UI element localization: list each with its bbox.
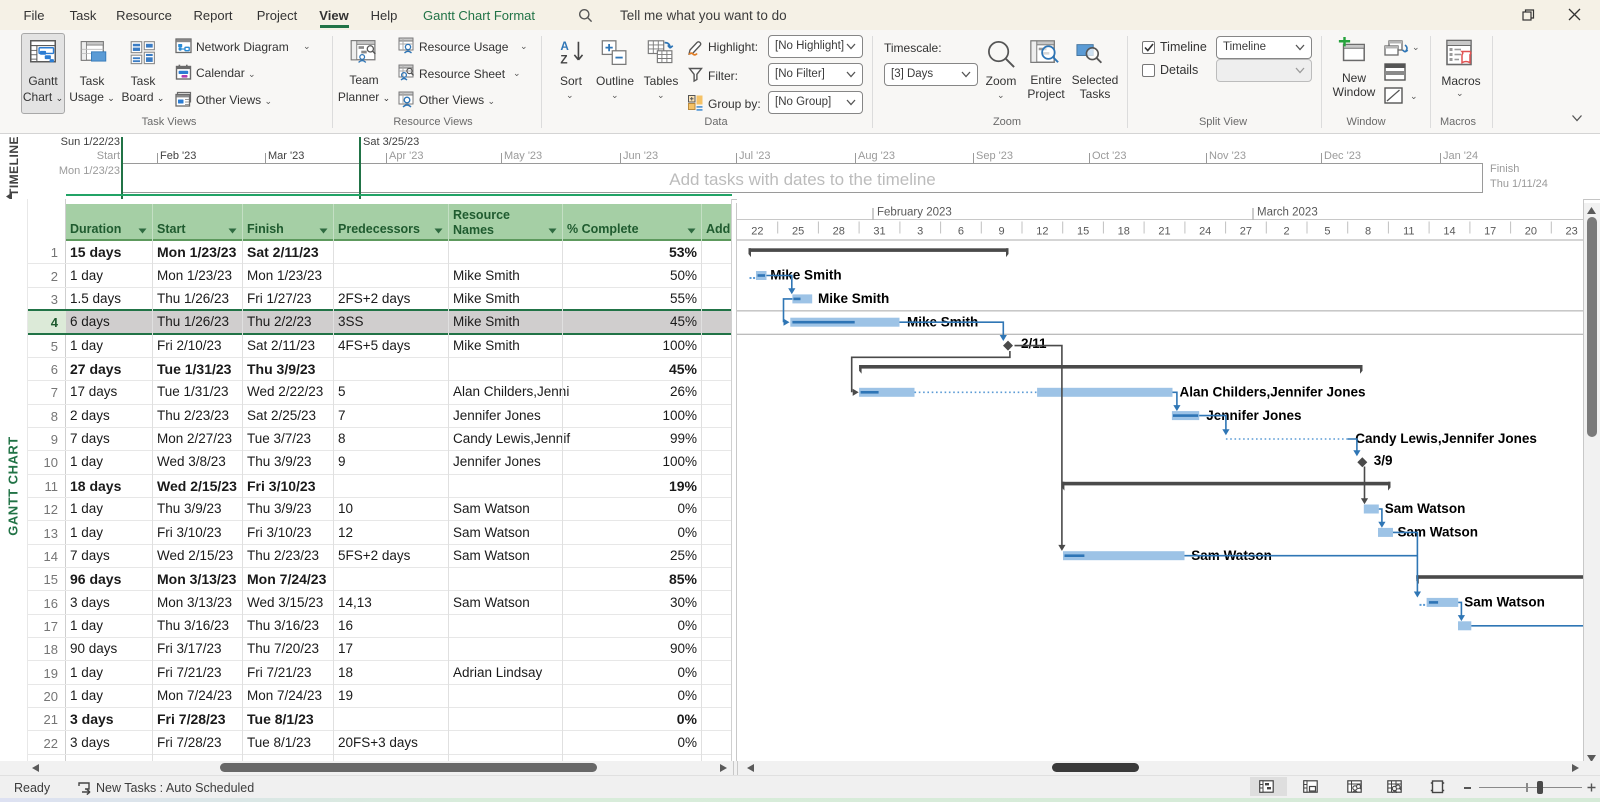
svg-text:Sam Watson: Sam Watson: [1385, 501, 1466, 516]
svg-text:3: 3: [917, 226, 923, 238]
svg-text:21: 21: [1158, 226, 1170, 238]
svg-text:Z: Z: [560, 53, 567, 66]
svg-text:6: 6: [958, 226, 964, 238]
svg-text:17: 17: [1484, 226, 1496, 238]
svg-text:2: 2: [1284, 226, 1290, 238]
svg-text:15: 15: [1077, 226, 1089, 238]
svg-text:Candy Lewis,Jennifer Jones: Candy Lewis,Jennifer Jones: [1355, 431, 1537, 446]
svg-text:2/11: 2/11: [1021, 336, 1047, 351]
svg-text:12: 12: [1036, 226, 1048, 238]
svg-text:22: 22: [751, 226, 763, 238]
svg-text:3/9: 3/9: [1374, 453, 1393, 468]
svg-text:Alan Childers,Jennifer Jones: Alan Childers,Jennifer Jones: [1180, 385, 1366, 400]
svg-text:March 2023: March 2023: [1257, 207, 1318, 219]
svg-text:8: 8: [1365, 226, 1371, 238]
svg-text:11: 11: [1403, 226, 1414, 238]
svg-text:20: 20: [1525, 226, 1537, 238]
svg-text:24: 24: [1199, 226, 1211, 238]
svg-text:Mike Smith: Mike Smith: [818, 291, 889, 306]
svg-text:Sam Watson: Sam Watson: [1464, 595, 1545, 610]
svg-text:18: 18: [1118, 226, 1130, 238]
svg-text:23: 23: [1565, 226, 1577, 238]
svg-text:14: 14: [1443, 226, 1455, 238]
svg-text:9: 9: [999, 226, 1005, 238]
svg-text:5: 5: [1324, 226, 1330, 238]
svg-text:A: A: [560, 40, 569, 53]
svg-text:25: 25: [792, 226, 804, 238]
svg-text:28: 28: [833, 226, 845, 238]
svg-text:February 2023: February 2023: [877, 207, 952, 219]
svg-text:27: 27: [1240, 226, 1252, 238]
svg-text:31: 31: [873, 226, 885, 238]
